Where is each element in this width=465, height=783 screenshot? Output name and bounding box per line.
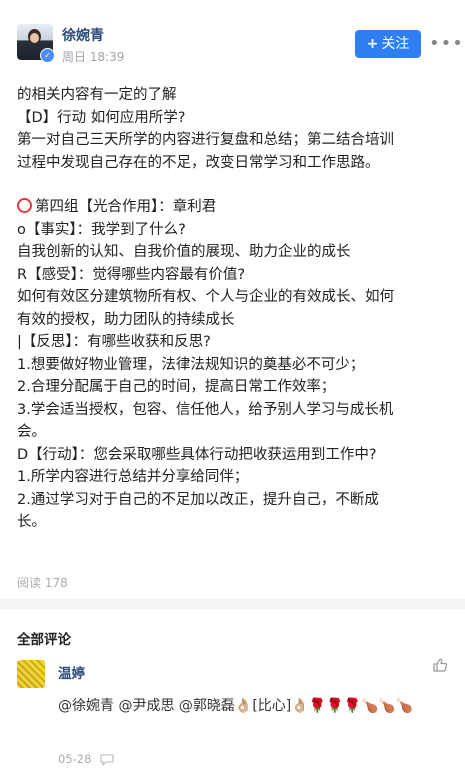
post-line: |【反思】：有哪些收获和反思? bbox=[17, 334, 211, 350]
more-options-button[interactable]: ••• bbox=[429, 33, 464, 54]
post-line: o【事实】：我学到了什么? bbox=[17, 221, 186, 238]
post-line: 2.通过学习对于自己的不足加以改正，提升自己，不断成 bbox=[17, 491, 379, 508]
section-divider bbox=[0, 599, 465, 609]
post-line: 第四组【光合作用】：章利君 bbox=[17, 196, 453, 219]
post-line: 自我创新的认知、自我价值的展现、助力企业的成长 bbox=[17, 244, 351, 260]
post-line: 1.所学内容进行总结并分享给同伴； bbox=[17, 469, 249, 485]
author-name[interactable]: 徐婉青 bbox=[62, 25, 104, 45]
post-line: 长。 bbox=[17, 514, 46, 530]
post-time: 周日 18:39 bbox=[62, 50, 125, 64]
verified-badge-icon: ✓ bbox=[40, 48, 55, 63]
follow-label: 关注 bbox=[381, 36, 410, 52]
post-line: D【行动】：您会采取哪些具体行动把收获运用到工作中? bbox=[17, 446, 377, 463]
post-line-text: 第四组【光合作用】：章利君 bbox=[35, 199, 217, 215]
post-line: 有效的授权，助力团队的持续成长 bbox=[17, 311, 235, 328]
post-line: 会。 bbox=[17, 424, 46, 440]
post-line: R【感受】：觉得哪些内容最有价值? bbox=[17, 266, 246, 283]
post-body: 的相关内容有一定的了解 【D】行动 如何应用所学? 第一对自己三天所学的内容进行… bbox=[17, 84, 453, 534]
commenter-name[interactable]: 温婷 bbox=[58, 662, 85, 682]
post-line: 【D】行动 如何应用所学? bbox=[17, 109, 186, 126]
post-line: 如何有效区分建筑物所有权、个人与企业的有效成长、如何 bbox=[17, 289, 394, 305]
comment-text: @徐婉青 @尹成思 @郭晓磊👌🏼[比心]👌🏼🌹🌹🌹🍗🍗🍗 bbox=[58, 698, 414, 714]
post-line: 第一对自己三天所学的内容进行复盘和总结；第二结合培训 bbox=[17, 132, 394, 148]
post-line: 过程中发现自己存在的不足，改变日常学习和工作思路。 bbox=[17, 154, 380, 171]
plus-icon: + bbox=[366, 36, 379, 52]
comment-date: 05-28 bbox=[58, 752, 92, 766]
red-circle-icon bbox=[17, 198, 32, 213]
post-line: 3.学会适当授权，包容、信任他人，给予别人学习与成长机 bbox=[17, 401, 394, 418]
post-line: 的相关内容有一定的了解 bbox=[17, 87, 177, 103]
follow-button[interactable]: + 关注 bbox=[355, 30, 421, 58]
read-count: 阅读 178 bbox=[17, 576, 68, 590]
post-line: 2.合理分配属于自己的时间，提高日常工作效率； bbox=[17, 379, 336, 395]
comments-title: 全部评论 bbox=[17, 632, 71, 648]
commenter-avatar[interactable] bbox=[17, 660, 45, 688]
post-line: 1.想要做好物业管理，法律法规知识的奠基必不可少； bbox=[17, 356, 365, 373]
reply-icon[interactable] bbox=[100, 754, 114, 766]
post-header: ✓ 徐婉青 周日 18:39 + 关注 ••• bbox=[0, 0, 465, 80]
thumbs-up-icon[interactable] bbox=[432, 657, 448, 673]
